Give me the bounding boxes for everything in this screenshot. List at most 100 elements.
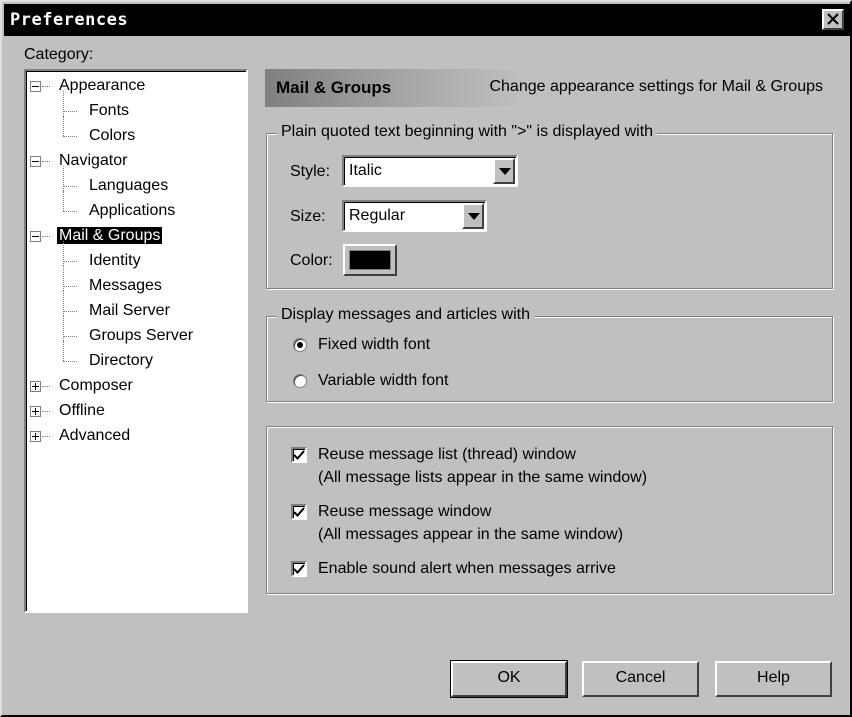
tree-connector xyxy=(63,186,77,187)
tree-item-label: Mail & Groups xyxy=(57,227,163,244)
panel-header: Mail & Groups Change appearance settings… xyxy=(265,69,833,107)
category-tree[interactable]: Appearance Fonts Colors Navigator Languages A… xyxy=(24,69,248,613)
tree-item[interactable]: Navigator xyxy=(57,149,129,173)
tree-connector xyxy=(63,286,77,287)
style-select[interactable]: Italic xyxy=(342,155,518,187)
title-bar[interactable]: Preferences xyxy=(4,4,850,36)
expand-icon[interactable] xyxy=(30,406,41,417)
tree-item[interactable]: Applications xyxy=(87,199,177,223)
tree-item-label: Advanced xyxy=(59,427,131,444)
tree-connector xyxy=(63,261,77,262)
sound-alert-label[interactable]: Enable sound alert when messages arrive xyxy=(318,560,616,578)
tree-connector xyxy=(63,266,64,291)
tree-connector xyxy=(63,116,64,136)
tree-item[interactable]: Fonts xyxy=(87,99,131,123)
sound-alert-checkbox[interactable] xyxy=(291,561,307,577)
chevron-down-icon[interactable] xyxy=(462,203,484,229)
display-font-legend: Display messages and articles with xyxy=(277,306,534,324)
tree-connector xyxy=(63,291,64,316)
fixed-width-radio[interactable] xyxy=(293,338,307,352)
tree-item[interactable]: Identity xyxy=(87,249,143,273)
tree-item[interactable]: Composer xyxy=(57,374,135,398)
tree-connector xyxy=(63,211,77,212)
tree-connector xyxy=(63,361,77,362)
reuse-window-label[interactable]: Reuse message window xyxy=(318,503,491,521)
tree-connector xyxy=(63,136,77,137)
tree-item-label: Groups Server xyxy=(89,327,194,344)
tree-item-label: Applications xyxy=(89,202,176,219)
tree-item-label: Fonts xyxy=(89,102,130,119)
tree-item-label: Directory xyxy=(89,352,154,369)
panel-title: Mail & Groups xyxy=(276,78,392,97)
tree-item-label: Offline xyxy=(59,402,105,419)
collapse-icon[interactable] xyxy=(30,231,41,242)
variable-width-label[interactable]: Variable width font xyxy=(318,372,448,390)
panel-description: Change appearance settings for Mail & Gr… xyxy=(489,78,823,95)
expand-icon[interactable] xyxy=(30,431,41,442)
tree-connector xyxy=(42,411,50,412)
variable-width-radio[interactable] xyxy=(293,374,307,388)
tree-item[interactable]: Messages xyxy=(87,274,164,298)
tree-connector xyxy=(63,91,64,116)
tree-item-label: Identity xyxy=(89,252,141,269)
category-label: Category: xyxy=(24,46,94,63)
preferences-dialog: Preferences Category: Appearance Fonts Col… xyxy=(0,0,852,717)
tree-item-label: Navigator xyxy=(59,152,128,169)
checkmark-icon xyxy=(293,507,305,517)
tree-connector xyxy=(63,336,77,337)
size-select[interactable]: Regular xyxy=(342,200,487,232)
tree-connector xyxy=(63,191,64,211)
collapse-icon[interactable] xyxy=(30,156,41,167)
style-value: Italic xyxy=(349,162,382,179)
color-button[interactable] xyxy=(343,244,397,276)
reuse-window-description: (All messages appear in the same window) xyxy=(318,526,624,543)
tree-item[interactable]: Offline xyxy=(57,399,107,423)
chevron-down-icon[interactable] xyxy=(493,158,515,184)
fixed-width-label[interactable]: Fixed width font xyxy=(318,336,430,354)
reuse-list-label[interactable]: Reuse message list (thread) window xyxy=(318,446,576,464)
reuse-list-description: (All message lists appear in the same wi… xyxy=(318,469,648,486)
cancel-button[interactable]: Cancel xyxy=(582,661,699,697)
tree-connector xyxy=(63,341,64,361)
tree-connector xyxy=(63,241,64,266)
ok-button[interactable]: OK xyxy=(450,660,568,698)
tree-item[interactable]: Appearance xyxy=(57,74,147,98)
tree-connector xyxy=(63,316,64,341)
tree-item-label: Messages xyxy=(89,277,162,294)
tree-item[interactable]: Directory xyxy=(87,349,155,373)
display-font-group: Display messages and articles with Fixed… xyxy=(266,306,833,402)
tree-item[interactable]: Mail & Groups xyxy=(57,224,163,248)
quoted-text-legend: Plain quoted text beginning with ">" is … xyxy=(277,123,658,141)
tree-item-label: Appearance xyxy=(59,77,146,94)
close-button[interactable] xyxy=(822,9,844,30)
tree-item[interactable]: Groups Server xyxy=(87,324,195,348)
tree-item[interactable]: Mail Server xyxy=(87,299,172,323)
checkmark-icon xyxy=(293,450,305,460)
help-button[interactable]: Help xyxy=(715,661,832,697)
tree-item-label: Mail Server xyxy=(89,302,170,319)
reuse-list-checkbox[interactable] xyxy=(291,447,307,463)
color-swatch xyxy=(349,250,391,270)
tree-connector xyxy=(42,236,50,237)
tree-connector xyxy=(42,386,50,387)
color-label: Color: xyxy=(290,252,333,269)
tree-item[interactable]: Languages xyxy=(87,174,170,198)
checkmark-icon xyxy=(293,564,305,574)
tree-connector xyxy=(63,311,77,312)
size-label: Size: xyxy=(290,208,326,225)
tree-item[interactable]: Advanced xyxy=(57,424,132,448)
reuse-window-checkbox[interactable] xyxy=(291,504,307,520)
close-icon xyxy=(827,13,839,25)
collapse-icon[interactable] xyxy=(30,81,41,92)
tree-connector xyxy=(42,436,50,437)
tree-item[interactable]: Colors xyxy=(87,124,137,148)
window-title: Preferences xyxy=(10,10,129,30)
size-value: Regular xyxy=(349,207,406,224)
tree-connector xyxy=(42,161,50,162)
tree-connector xyxy=(63,166,64,191)
style-label: Style: xyxy=(290,163,331,180)
tree-item-label: Languages xyxy=(89,177,169,194)
quoted-text-group: Plain quoted text beginning with ">" is … xyxy=(266,123,833,289)
tree-connector xyxy=(42,86,50,87)
expand-icon[interactable] xyxy=(30,381,41,392)
